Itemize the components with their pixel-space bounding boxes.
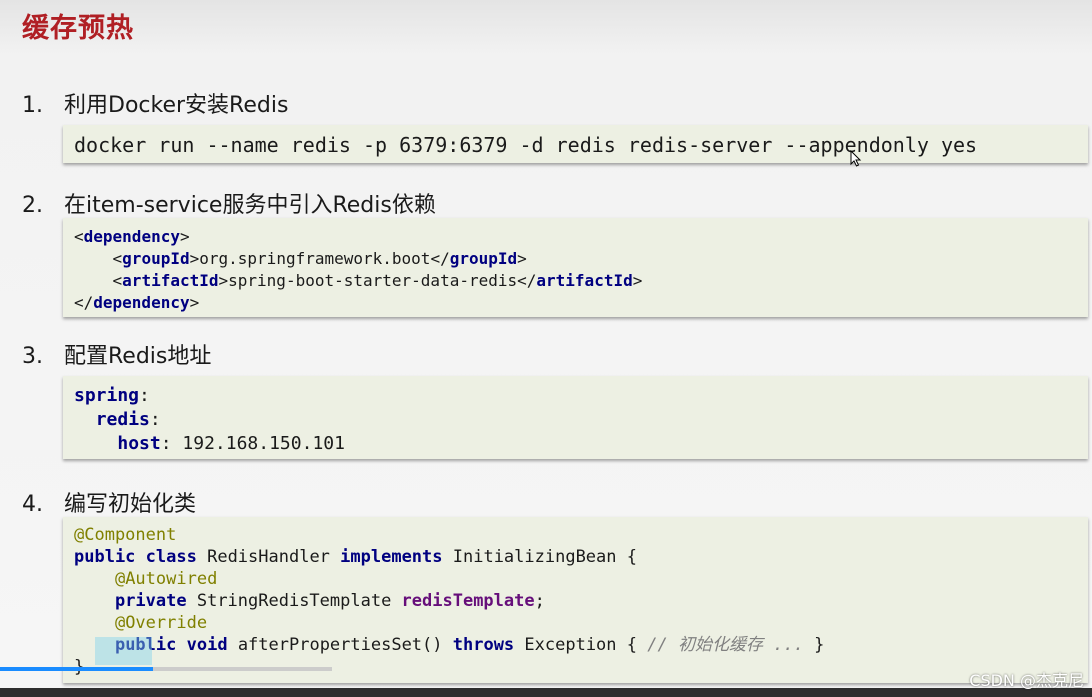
xml-bracket: < [112,249,123,268]
yaml-key: spring [74,385,140,406]
yaml-colon: : [139,385,150,406]
selection-highlight [95,637,152,665]
xml-bracket: </ [517,271,537,290]
java-method: afterPropertiesSet() [227,635,453,655]
java-field: redisTemplate [401,591,535,611]
java-semicolon: ; [534,591,545,611]
xml-bracket: > [189,249,200,268]
yaml-key: host [117,433,161,454]
yaml-line: host: 192.168.150.101 [74,432,1088,456]
step-3: 3. 配置Redis地址 [22,338,211,370]
step-4: 4. 编写初始化类 [22,486,196,518]
xml-bracket: </ [74,293,94,312]
java-annotation: @Autowired [114,569,218,589]
step-label: 编写初始化类 [64,492,197,517]
xml-bracket: > [189,293,200,312]
video-control-bar [0,688,1092,697]
yaml-value: 192.168.150.101 [171,433,345,454]
step-number: 2. [22,193,43,218]
page-title: 缓存预热 [22,13,134,44]
java-line: private StringRedisTemplate redisTemplat… [74,590,1088,612]
yaml-line: redis: [74,408,1088,432]
xml-tag: groupId [449,249,518,268]
java-keyword: implements [340,547,443,567]
xml-line: <artifactId>spring-boot-starter-data-red… [74,270,1088,292]
xml-value: spring-boot-starter-data-redis [228,271,518,290]
xml-bracket: > [517,249,527,268]
java-exception: Exception { [514,635,648,655]
watermark: CSDN @杰克尼 [969,671,1084,690]
yaml-line: spring: [74,384,1088,408]
java-line: public void afterPropertiesSet() throws … [74,634,1088,656]
xml-tag: dependency [83,227,180,246]
java-keyword: public [74,547,136,567]
mouse-cursor-icon [850,150,862,167]
yaml-colon: : [160,433,172,454]
xml-bracket: </ [430,249,450,268]
xml-line: <groupId>org.springframework.boot</group… [74,248,1088,270]
xml-tag: artifactId [122,271,219,290]
xml-bracket: < [74,227,84,246]
step-number: 4. [22,492,43,517]
java-keyword: throws [452,635,515,655]
xml-bracket: > [632,271,643,290]
xml-bracket: > [179,227,190,246]
xml-bracket: < [112,271,123,290]
xml-tag: groupId [122,249,190,268]
step-2: 2. 在item-service服务中引入Redis依赖 [22,187,436,219]
yaml-colon: : [149,409,161,430]
java-line: @Component [74,524,1088,546]
java-keyword: void [186,635,228,655]
step-label: 在item-service服务中引入Redis依赖 [64,193,436,218]
xml-line: <dependency> [74,226,1088,248]
xml-tag: dependency [93,293,190,312]
java-class-name: RedisHandler [196,547,341,567]
video-progress-fill [0,667,153,671]
java-keyword: class [145,547,197,567]
java-type: StringRedisTemplate [186,591,402,611]
java-annotation: @Override [114,613,208,633]
xml-bracket: > [218,271,229,290]
docker-command: docker run --name redis -p 6379:6379 -d … [74,133,978,157]
java-line: @Autowired [74,568,1088,590]
step-label: 配置Redis地址 [64,344,212,369]
step-number: 1. [22,93,43,118]
yaml-key: redis [95,409,150,430]
java-brace: } [803,635,825,655]
video-progress-bar[interactable] [0,667,332,671]
xml-tag: artifactId [536,271,633,290]
step-1: 1. 利用Docker安装Redis [22,87,288,119]
xml-line: </dependency> [74,292,1088,314]
java-line: public class RedisHandler implements Ini… [74,546,1088,568]
step-label: 利用Docker安装Redis [64,93,289,118]
code-block-maven: <dependency> <groupId>org.springframewor… [63,218,1088,317]
code-block-docker: docker run --name redis -p 6379:6379 -d … [63,125,1088,163]
step-number: 3. [22,344,43,369]
java-keyword: private [114,591,187,611]
code-block-yaml: spring: redis: host: 192.168.150.101 [63,376,1088,459]
code-block-java: @Component public class RedisHandler imp… [63,517,1088,683]
java-line: @Override [74,612,1088,634]
xml-value: org.springframework.boot [199,249,431,268]
java-annotation: @Component [74,525,177,545]
java-comment: // 初始化缓存 ... [647,635,804,655]
java-interface: InitializingBean { [442,547,637,567]
